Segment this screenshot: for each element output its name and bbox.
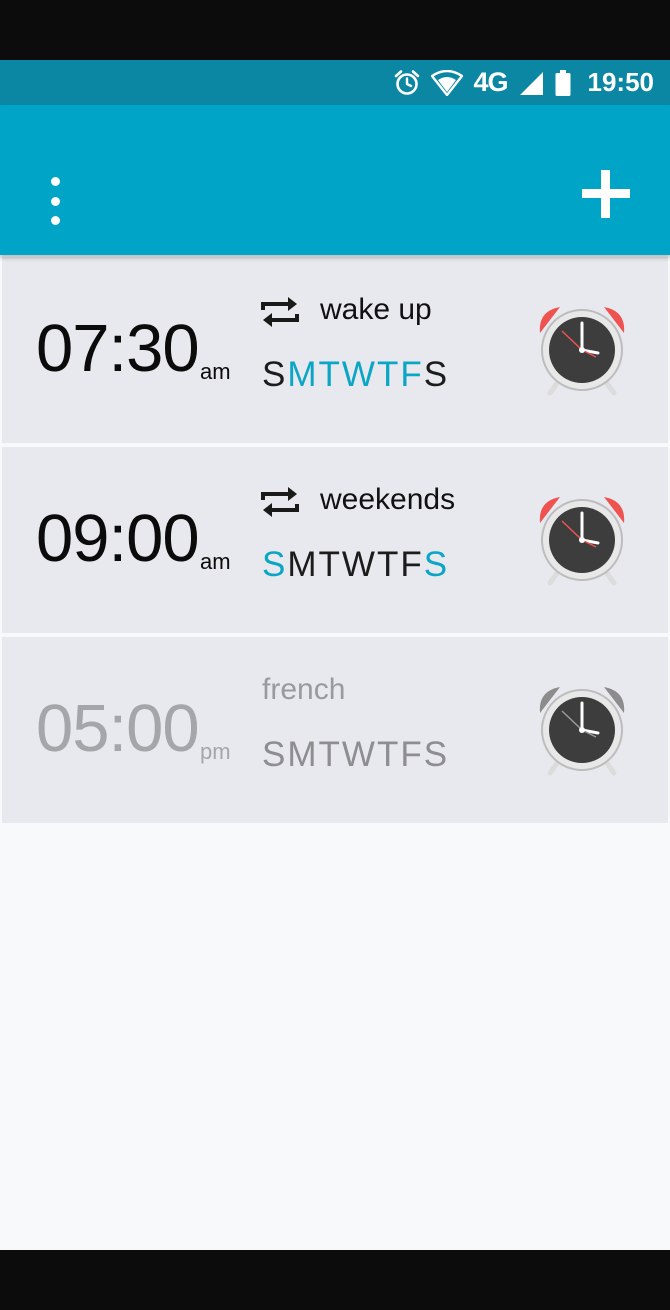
alarm-ampm: am [200, 549, 231, 574]
alarm-label: wake up [320, 293, 432, 326]
alarm-time: 07:30 [36, 311, 200, 386]
top-system-area [0, 0, 670, 60]
day-friday: F [400, 735, 424, 774]
alarm-list: 07:30 am wake up S M T W T F S 09:00 am … [0, 255, 670, 1250]
status-time: 19:50 [587, 67, 655, 97]
alarm-days: S M T W T F S [262, 735, 449, 775]
alarm-item-french[interactable]: 05:00 pm french S M T W T F S [2, 637, 668, 823]
day-wednesday: W [341, 735, 377, 774]
bottom-system-area [0, 1250, 670, 1310]
signal-icon [518, 70, 544, 96]
day-thursday: T [376, 355, 401, 394]
alarm-ampm: am [200, 359, 231, 384]
alarm-time: 09:00 [36, 501, 200, 576]
day-monday: M [287, 355, 319, 394]
day-sunday: S [262, 735, 288, 774]
day-thursday: T [376, 545, 401, 584]
alarm-label: weekends [320, 483, 456, 516]
add-alarm-button[interactable] [572, 160, 640, 228]
alarm-item-weekends[interactable]: 09:00 am weekends S M T W T F S [2, 447, 668, 633]
day-sunday: S [262, 355, 288, 394]
overflow-menu-icon[interactable] [30, 171, 80, 231]
alarm-clock-icon[interactable] [532, 493, 632, 589]
alarm-item-wake-up[interactable]: 07:30 am wake up S M T W T F S [2, 257, 668, 443]
day-tuesday: T [318, 735, 342, 774]
day-saturday: S [423, 355, 450, 394]
alarm-clock-off-icon[interactable] [532, 683, 632, 779]
plus-icon [582, 170, 630, 218]
alarm-ampm: pm [200, 739, 231, 764]
status-bar: 4G 19:50 [0, 60, 670, 105]
day-monday: M [287, 735, 319, 774]
day-sunday: S [262, 545, 288, 584]
alarm-time: 05:00 [36, 691, 200, 766]
day-monday: M [287, 545, 319, 584]
day-saturday: S [423, 735, 450, 774]
day-saturday: S [423, 545, 450, 584]
repeat-icon [261, 487, 299, 517]
network-type: 4G [473, 67, 508, 97]
repeat-icon [261, 297, 299, 327]
app-bar [0, 105, 670, 255]
alarm-clock-icon[interactable] [532, 303, 632, 399]
day-wednesday: W [341, 545, 377, 584]
day-wednesday: W [341, 355, 377, 394]
day-tuesday: T [318, 545, 342, 584]
day-thursday: T [376, 735, 401, 774]
alarm-days: S M T W T F S [262, 355, 449, 395]
day-friday: F [400, 355, 424, 394]
alarm-label: french [262, 673, 346, 706]
alarm-status-icon [393, 69, 421, 97]
day-tuesday: T [318, 355, 342, 394]
alarm-days: S M T W T F S [262, 545, 449, 585]
day-friday: F [400, 545, 424, 584]
wifi-icon [431, 69, 464, 96]
battery-icon [554, 69, 572, 97]
